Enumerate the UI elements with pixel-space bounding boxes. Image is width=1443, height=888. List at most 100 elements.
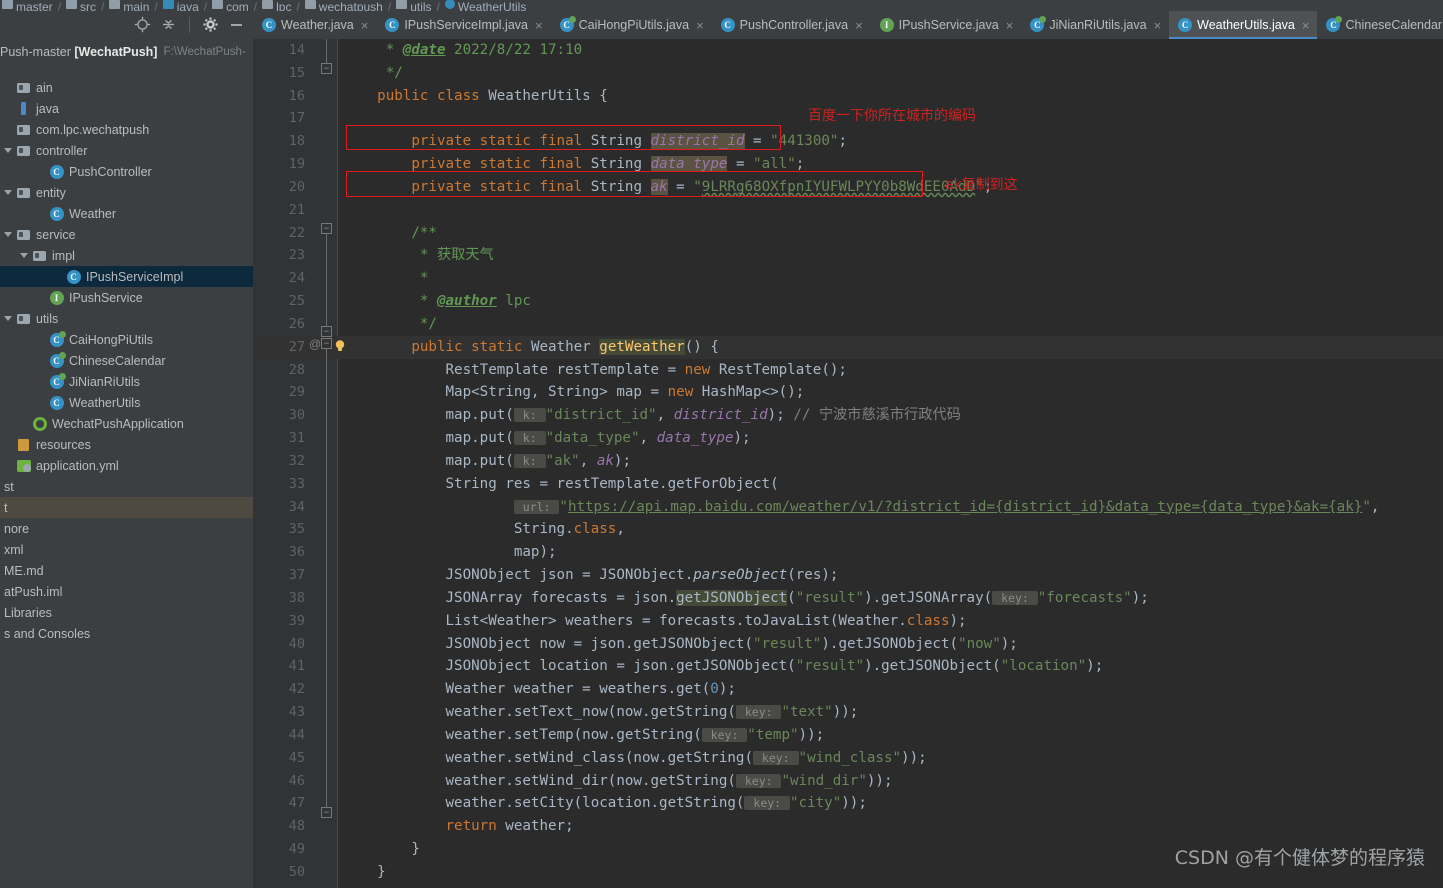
tree-item-jinianriutils[interactable]: C JiNianRiUtils	[0, 371, 253, 392]
code-line[interactable]: 40 JSONObject now = json.getJSONObject("…	[253, 633, 1443, 656]
code-line[interactable]: 36 map);	[253, 541, 1443, 564]
code-line[interactable]: 26 */	[253, 313, 1443, 336]
tree-item-me-md[interactable]: ME.md	[0, 560, 253, 581]
breadcrumb-item[interactable]: main	[109, 0, 149, 11]
intention-bulb-icon[interactable]	[333, 339, 345, 351]
tree-item-ain[interactable]: ain	[0, 77, 253, 98]
code-line[interactable]: 24 *	[253, 267, 1443, 290]
code-line[interactable]: 46 weather.setWind_dir(now.getString( ke…	[253, 770, 1443, 793]
code-line[interactable]: 42 Weather weather = weathers.get(0);	[253, 678, 1443, 701]
tree-item-impl[interactable]: impl	[0, 245, 253, 266]
close-icon[interactable]: ×	[361, 19, 369, 32]
close-icon[interactable]: ×	[696, 19, 704, 32]
collapse-all-icon[interactable]	[160, 16, 177, 33]
tree-item-controller[interactable]: controller	[0, 140, 253, 161]
code-line[interactable]: 25 * @author lpc	[253, 290, 1443, 313]
tree-item-entity[interactable]: entity	[0, 182, 253, 203]
minimize-icon[interactable]	[228, 16, 245, 33]
fold-expand-icon[interactable]: −	[321, 338, 332, 349]
editor-tab-chinesecalendar[interactable]: C ChineseCalendar	[1317, 11, 1443, 39]
code-line[interactable]: 15 */	[253, 62, 1443, 85]
code-content[interactable]: 14 * @date 2022/8/22 17:10 15 */16 public…	[253, 39, 1443, 888]
tree-item-resources[interactable]: resources	[0, 434, 253, 455]
breadcrumb-item[interactable]: java	[162, 0, 199, 11]
tree-item-nore[interactable]: nore	[0, 518, 253, 539]
code-line[interactable]: 41 JSONObject location = json.getJSONObj…	[253, 655, 1443, 678]
code-line[interactable]: 31 map.put( k: "data_type", data_type);	[253, 427, 1443, 450]
editor-tab-ipushservice-java[interactable]: I IPushService.java ×	[871, 11, 1022, 39]
tree-item-wechatpushapplication[interactable]: WechatPushApplication	[0, 413, 253, 434]
tree-item-java[interactable]: java	[0, 98, 253, 119]
chevron-down-icon[interactable]	[0, 190, 15, 195]
code-line[interactable]: 20 private static final String ak = "9LR…	[253, 176, 1443, 199]
tree-item-st[interactable]: st	[0, 476, 253, 497]
code-line[interactable]: 38 JSONArray forecasts = json.getJSONObj…	[253, 587, 1443, 610]
breadcrumb-item[interactable]: src	[66, 0, 96, 11]
close-icon[interactable]: ×	[1006, 19, 1014, 32]
tree-item-service[interactable]: service	[0, 224, 253, 245]
tree-item-com-lpc-wechatpush[interactable]: com.lpc.wechatpush	[0, 119, 253, 140]
breadcrumb[interactable]: master / src / main / java / com / lpc /…	[0, 0, 1443, 11]
code-line[interactable]: 35 String.class,	[253, 518, 1443, 541]
tree-item-s-and-consoles[interactable]: s and Consoles	[0, 623, 253, 644]
code-line[interactable]: 23 * 获取天气	[253, 244, 1443, 267]
breadcrumb-item[interactable]: master	[2, 0, 53, 11]
editor-tab-caihongpiutils-java[interactable]: C CaiHongPiUtils.java ×	[551, 11, 712, 39]
code-line[interactable]: 48 return weather;	[253, 815, 1443, 838]
chevron-down-icon[interactable]	[0, 232, 15, 237]
code-line[interactable]: 34 url: "https://api.map.baidu.com/weath…	[253, 496, 1443, 519]
close-icon[interactable]: ×	[1302, 19, 1310, 32]
tree-item-utils[interactable]: utils	[0, 308, 253, 329]
editor-tab-jinianriutils-java[interactable]: C JiNianRiUtils.java ×	[1021, 11, 1169, 39]
code-line[interactable]: 37 JSONObject json = JSONObject.parseObj…	[253, 564, 1443, 587]
tree-item-chinesecalendar[interactable]: C ChineseCalendar	[0, 350, 253, 371]
code-line[interactable]: 43 weather.setText_now(now.getString( ke…	[253, 701, 1443, 724]
override-marker-icon[interactable]: @	[309, 337, 321, 351]
breadcrumb-item[interactable]: WeatherUtils	[444, 0, 526, 11]
tree-item-caihongpiutils[interactable]: C CaiHongPiUtils	[0, 329, 253, 350]
close-icon[interactable]: ×	[1154, 19, 1162, 32]
code-line[interactable]: 14 * @date 2022/8/22 17:10	[253, 39, 1443, 62]
tree-item-ipushservice[interactable]: I IPushService	[0, 287, 253, 308]
fold-expand-icon[interactable]: −	[321, 223, 332, 234]
code-line[interactable]: 21	[253, 199, 1443, 222]
code-line[interactable]: 39 List<Weather> weathers = forecasts.to…	[253, 610, 1443, 633]
tree-item-xml[interactable]: xml	[0, 539, 253, 560]
editor-tab-pushcontroller-java[interactable]: C PushController.java ×	[712, 11, 871, 39]
code-line[interactable]: 18 private static final String district_…	[253, 130, 1443, 153]
chevron-down-icon[interactable]	[0, 316, 15, 321]
code-editor[interactable]: 14 * @date 2022/8/22 17:10 15 */16 public…	[253, 39, 1443, 888]
tree-item-libraries[interactable]: Libraries	[0, 602, 253, 623]
code-line[interactable]: 27 public static Weather getWeather() {	[253, 335, 1443, 359]
gear-icon[interactable]	[202, 16, 219, 33]
breadcrumb-item[interactable]: utils	[396, 0, 432, 11]
close-icon[interactable]: ×	[855, 19, 863, 32]
tree-item-pushcontroller[interactable]: C PushController	[0, 161, 253, 182]
chevron-down-icon[interactable]	[0, 148, 15, 153]
breadcrumb-item[interactable]: com	[212, 0, 249, 11]
fold-collapse-icon[interactable]: −	[321, 807, 332, 818]
chevron-down-icon[interactable]	[16, 253, 31, 258]
tree-item-atpush-iml[interactable]: atPush.iml	[0, 581, 253, 602]
editor-tab-weather-java[interactable]: C Weather.java ×	[253, 11, 376, 39]
editor-tab-bar[interactable]: C Weather.java × C IPushServiceImpl.java × C Ca…	[253, 11, 1443, 39]
code-line[interactable]: 45 weather.setWind_class(now.getString( …	[253, 747, 1443, 770]
tree-item-t[interactable]: t	[0, 497, 253, 518]
code-line[interactable]: 44 weather.setTemp(now.getString( key: "…	[253, 724, 1443, 747]
code-line[interactable]: 33 String res = restTemplate.getForObjec…	[253, 473, 1443, 496]
fold-collapse-icon[interactable]: −	[321, 63, 332, 74]
locate-icon[interactable]	[134, 16, 151, 33]
tree-item-weather[interactable]: C Weather	[0, 203, 253, 224]
code-line[interactable]: 22 /**	[253, 222, 1443, 245]
code-line[interactable]: 32 map.put( k: "ak", ak);	[253, 450, 1443, 473]
code-line[interactable]: 29 Map<String, String> map = new HashMap…	[253, 381, 1443, 404]
project-tree[interactable]: ain java com.lpc.wechatpush controller C Push…	[0, 77, 253, 644]
code-line[interactable]: 47 weather.setCity(location.getString( k…	[253, 792, 1443, 815]
code-line[interactable]: 19 private static final String data_type…	[253, 153, 1443, 176]
tree-item-weatherutils[interactable]: C WeatherUtils	[0, 392, 253, 413]
editor-tab-weatherutils-java[interactable]: C WeatherUtils.java ×	[1169, 11, 1318, 39]
tree-item-ipushserviceimpl[interactable]: C IPushServiceImpl	[0, 266, 253, 287]
code-line[interactable]: 30 map.put( k: "district_id", district_i…	[253, 404, 1443, 427]
code-line[interactable]: 28 RestTemplate restTemplate = new RestT…	[253, 359, 1443, 382]
breadcrumb-item[interactable]: lpc	[262, 0, 291, 11]
